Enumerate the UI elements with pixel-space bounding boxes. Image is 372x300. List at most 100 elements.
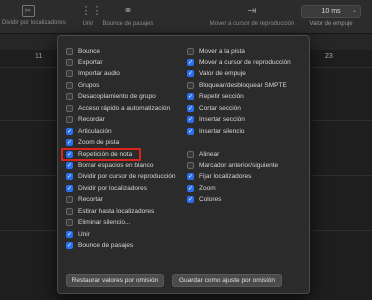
chevron-down-icon: ⌄ xyxy=(351,8,357,14)
restore-defaults-button[interactable]: Restaurar valores por omisión xyxy=(66,274,164,287)
option-label: Desacoplamiento de grupo xyxy=(78,93,156,101)
option-row[interactable]: Desacoplamiento de grupo xyxy=(66,92,156,102)
option-row[interactable]: Acceso rápido a automatización xyxy=(66,103,170,113)
option-label: Bounce de pasajes xyxy=(78,242,134,250)
split-by-locators-tool[interactable]: ✂ Dividir por localizadores xyxy=(2,5,66,26)
option-checkbox[interactable]: ✓ xyxy=(187,104,194,112)
split-tool-label: Dividir por localizadores xyxy=(2,20,66,26)
bounce-tool-label: Bounce de pasajes xyxy=(102,21,154,27)
option-row[interactable]: ✓ Unir xyxy=(66,229,90,239)
option-row[interactable]: ✓ Insertar silencio xyxy=(187,126,245,136)
glue-tool[interactable]: ⋮⋮ Unir xyxy=(78,5,103,27)
option-checkbox[interactable]: ✓ xyxy=(66,173,73,181)
nudge-value-select[interactable]: 10 ms ⌄ xyxy=(301,5,361,18)
option-label: Insertar silencio xyxy=(199,127,245,135)
option-row[interactable]: Importar audio xyxy=(66,69,120,79)
glue-tool-label: Unir xyxy=(82,21,94,27)
option-checkbox[interactable] xyxy=(187,47,194,55)
bounce-icon: ⚭ xyxy=(123,5,133,17)
nudge-value-label: Valor de empuje xyxy=(309,21,353,27)
option-label: Recordar xyxy=(78,116,105,124)
option-row[interactable]: Estirar hasta localizadores xyxy=(66,206,154,216)
option-row[interactable]: ✓ Colores xyxy=(187,195,221,205)
option-checkbox[interactable]: ✓ xyxy=(187,116,194,124)
customize-control-bar-popover: Bounce Exportar Importar audio Grupos Desaco… xyxy=(57,35,310,294)
option-checkbox[interactable] xyxy=(187,81,194,89)
option-row[interactable]: Grupos xyxy=(66,80,99,90)
glue-icon: ⋮⋮ xyxy=(80,5,103,17)
option-label: Estirar hasta localizadores xyxy=(78,207,155,215)
option-row[interactable]: Alinear xyxy=(187,149,219,159)
option-checkbox[interactable]: ✓ xyxy=(66,139,73,147)
option-checkbox[interactable]: ✓ xyxy=(187,93,194,101)
option-checkbox[interactable] xyxy=(66,93,73,101)
option-row[interactable]: Eliminar silencio... xyxy=(66,218,130,228)
ruler-bar-number: 23 xyxy=(325,53,333,60)
option-row[interactable]: Marcador anterior/siguiente xyxy=(187,161,278,171)
option-row[interactable]: ✓ Dividir por localizadores xyxy=(66,183,147,193)
option-label: Dividir por localizadores xyxy=(78,184,147,192)
option-label: Repetir sección xyxy=(199,93,244,101)
option-checkbox[interactable]: ✓ xyxy=(187,127,194,135)
option-row[interactable]: ✓ Cortar sección xyxy=(187,103,241,113)
option-checkbox[interactable]: ✓ xyxy=(187,58,194,66)
option-checkbox[interactable]: ✓ xyxy=(187,70,194,78)
option-checkbox[interactable]: ✓ xyxy=(66,162,73,169)
nudge-value-text: 10 ms xyxy=(321,8,341,15)
option-checkbox[interactable]: ✓ xyxy=(66,242,73,250)
option-row[interactable]: ✓ Valor de empuje xyxy=(187,69,246,79)
option-row[interactable]: Bounce xyxy=(66,46,100,56)
option-row[interactable]: ✓ Fijar localizadores xyxy=(187,172,251,182)
option-checkbox[interactable] xyxy=(187,162,194,169)
option-row[interactable]: Recordar xyxy=(66,115,105,125)
option-label: Colores xyxy=(199,196,222,204)
option-checkbox[interactable]: ✓ xyxy=(66,184,73,192)
option-checkbox[interactable] xyxy=(66,47,73,55)
option-label: Fijar localizadores xyxy=(199,173,252,181)
option-label: Grupos xyxy=(78,81,100,89)
option-checkbox[interactable] xyxy=(66,58,73,66)
option-checkbox[interactable]: ✓ xyxy=(66,230,73,238)
option-row[interactable]: ✓ Mover a cursor de reproducción xyxy=(187,57,291,67)
option-checkbox[interactable] xyxy=(66,70,73,78)
option-checkbox[interactable]: ✓ xyxy=(187,173,194,181)
option-label: Marcador anterior/siguiente xyxy=(199,162,279,169)
option-label: Mover a la pista xyxy=(199,47,245,55)
option-checkbox[interactable] xyxy=(66,104,73,112)
option-label: Bounce xyxy=(78,47,101,55)
option-row[interactable]: ✓ Dividir por cursor de reproducción xyxy=(66,172,176,182)
save-as-default-button[interactable]: Guardar como ajuste por omisión xyxy=(172,274,282,287)
option-label: Insertar sección xyxy=(199,116,245,124)
option-checkbox[interactable] xyxy=(66,196,73,204)
option-checkbox[interactable] xyxy=(66,207,73,215)
option-checkbox[interactable]: ✓ xyxy=(187,196,194,204)
playhead-tool-label: Mover a cursor de reproducción xyxy=(209,21,295,27)
control-bar: ✂ Dividir por localizadores ⋮⋮ Unir ⚭ Bo… xyxy=(0,0,372,34)
bounce-in-place-tool[interactable]: ⚭ Bounce de pasajes xyxy=(100,5,156,27)
move-to-playhead-tool[interactable]: ⇥ Mover a cursor de reproducción xyxy=(196,5,308,27)
option-row[interactable]: ✓ Zoom de pista xyxy=(66,138,119,148)
option-checkbox[interactable] xyxy=(187,150,194,158)
option-checkbox[interactable] xyxy=(66,219,73,227)
option-label: Exportar xyxy=(78,58,103,66)
option-checkbox[interactable]: ✓ xyxy=(66,127,73,135)
option-row[interactable]: Bloquear/desbloquear SMPTE xyxy=(187,80,287,90)
option-row[interactable]: ✓ Bounce de pasajes xyxy=(66,241,133,251)
option-row[interactable]: ✓ Repetir sección xyxy=(187,92,244,102)
option-row[interactable]: ✓ Borrar espacios en blanco xyxy=(66,161,154,171)
option-row[interactable]: ✓ Insertar sección xyxy=(187,115,245,125)
option-row[interactable]: Mover a la pista xyxy=(187,46,245,56)
option-label: Unir xyxy=(78,230,90,238)
option-row[interactable]: Recortar xyxy=(66,195,103,205)
option-row[interactable]: Exportar xyxy=(66,57,103,67)
option-checkbox[interactable]: ✓ xyxy=(187,184,194,192)
highlight-box xyxy=(61,148,141,161)
option-label: Cortar sección xyxy=(199,104,241,112)
option-checkbox[interactable] xyxy=(66,81,73,89)
option-label: Acceso rápido a automatización xyxy=(78,104,171,112)
option-checkbox[interactable] xyxy=(66,116,73,124)
option-row[interactable]: ✓ Articulación xyxy=(66,126,112,136)
option-label: Bloquear/desbloquear SMPTE xyxy=(199,81,287,89)
playhead-icon: ⇥ xyxy=(247,5,257,17)
option-row[interactable]: ✓ Zoom xyxy=(187,183,216,193)
